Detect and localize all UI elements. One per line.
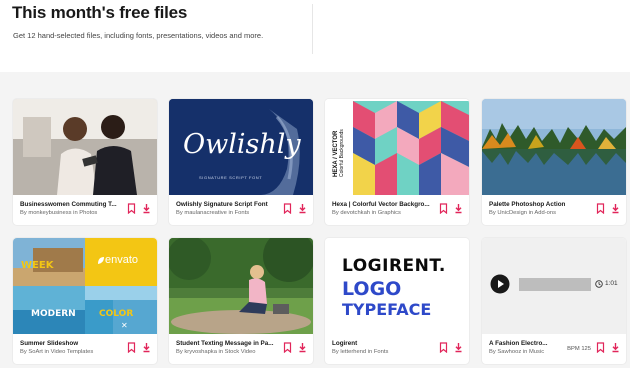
card-thumbnail[interactable] [13,99,157,195]
file-card[interactable]: LOGIRENT. LOGO TYPEFACE Logirent By lett… [325,238,469,364]
card-thumbnail[interactable] [169,238,313,334]
file-card[interactable]: WEEK MODERN COLOR ✕ envato Summer Slides… [13,238,157,364]
thumb-script-text: Owlishly [183,129,301,160]
download-icon[interactable] [142,342,151,353]
envato-logo: envato [105,254,139,266]
waveform[interactable] [519,278,591,291]
card-title[interactable]: Student Texting Message in Pa... [176,340,280,347]
card-thumbnail[interactable]: Owlishly SIGNATURE SCRIPT FONT [169,99,313,195]
bookmark-icon[interactable] [283,203,292,214]
bookmark-icon[interactable] [439,342,448,353]
track-duration: 1:01 [605,280,618,287]
card-author[interactable]: By kryvoshapka in Stock Video [176,349,280,355]
card-title[interactable]: Logirent [332,340,436,347]
svg-text:MODERN: MODERN [31,309,76,319]
card-title[interactable]: Hexa | Colorful Vector Backgro... [332,201,436,208]
file-card[interactable]: HEXA / VECTOR Colorful Backgrounds Hexa … [325,99,469,225]
page-title: This month's free files [12,3,188,22]
thumb-line-2: LOGO [342,278,402,300]
file-card[interactable]: Owlishly SIGNATURE SCRIPT FONT Owlishly … [169,99,313,225]
bookmark-icon[interactable] [596,342,605,353]
file-card[interactable]: 1:01 A Fashion Electro... By Sawhooz in … [482,238,626,364]
clock-icon [595,280,603,288]
leaf-icon [98,257,104,264]
bookmark-icon[interactable] [283,342,292,353]
thumb-caption: SIGNATURE SCRIPT FONT [199,175,263,180]
file-card[interactable]: Palette Photoshop Action By UnicDesign i… [482,99,626,225]
bookmark-icon[interactable] [596,203,605,214]
card-thumbnail: 1:01 [482,238,626,334]
card-title[interactable]: Businesswomen Commuting T... [20,201,124,208]
thumb-sub-text: Colorful Backgrounds [339,129,345,177]
download-icon[interactable] [454,342,463,353]
divider [312,4,313,54]
download-icon[interactable] [298,342,307,353]
card-title[interactable]: Palette Photoshop Action [489,201,593,208]
download-icon[interactable] [298,203,307,214]
card-title[interactable]: A Fashion Electro... [489,340,563,347]
card-title[interactable]: Owlishly Signature Script Font [176,201,280,208]
card-author[interactable]: By letterhend in Fonts [332,349,436,355]
svg-text:✕: ✕ [121,321,128,330]
card-thumbnail[interactable]: WEEK MODERN COLOR ✕ envato [13,238,157,334]
svg-text:WEEK: WEEK [21,260,55,271]
download-icon[interactable] [611,203,620,214]
card-thumbnail[interactable]: HEXA / VECTOR Colorful Backgrounds [325,99,469,195]
page-subtitle: Get 12 hand-selected files, including fo… [13,31,264,40]
card-title[interactable]: Summer Slideshow [20,340,124,347]
free-files-grid: Businesswomen Commuting T... By monkeybu… [0,72,630,368]
card-thumbnail[interactable]: LOGIRENT. LOGO TYPEFACE [325,238,469,334]
download-icon[interactable] [611,342,620,353]
card-author[interactable]: By monkeybusiness in Photos [20,210,124,216]
card-author[interactable]: By maulanacreative in Fonts [176,210,280,216]
bookmark-icon[interactable] [127,203,136,214]
thumb-line-3: TYPEFACE [342,300,432,319]
bookmark-icon[interactable] [127,342,136,353]
page-header: This month's free files Get 12 hand-sele… [0,0,630,72]
thumb-line-1: LOGIRENT. [342,256,446,276]
bookmark-icon[interactable] [439,203,448,214]
card-thumbnail[interactable] [482,99,626,195]
file-card[interactable]: Student Texting Message in Pa... By kryv… [169,238,313,364]
download-icon[interactable] [454,203,463,214]
card-author[interactable]: By SoArt in Video Templates [20,349,124,355]
card-author[interactable]: By devotchkah in Graphics [332,210,436,216]
file-card[interactable]: Businesswomen Commuting T... By monkeybu… [13,99,157,225]
card-author[interactable]: By Sawhooz in Music [489,349,563,355]
download-icon[interactable] [142,203,151,214]
bpm-label: BPM 125 [567,346,591,352]
svg-text:COLOR: COLOR [99,309,133,319]
play-button[interactable] [490,274,510,294]
card-author[interactable]: By UnicDesign in Add-ons [489,210,593,216]
